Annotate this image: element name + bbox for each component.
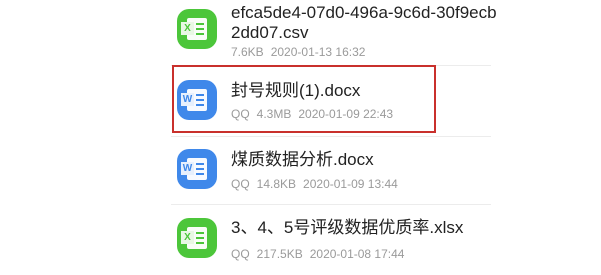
excel-file-icon: X bbox=[177, 218, 217, 258]
file-name-continued: 2dd07.csv bbox=[231, 23, 309, 42]
file-source: QQ bbox=[231, 247, 250, 261]
highlight-box bbox=[172, 65, 436, 133]
file-meta: QQ 14.8KB 2020-01-09 13:44 bbox=[231, 177, 405, 191]
excel-file-icon: X bbox=[177, 9, 217, 49]
file-date: 2020-01-08 17:44 bbox=[309, 247, 405, 261]
file-item-docx[interactable]: W 煤质数据分析.docx QQ 14.8KB 2020-01-09 13:44 bbox=[0, 137, 601, 202]
file-date: 2020-01-13 16:32 bbox=[270, 45, 366, 59]
file-size: 7.6KB bbox=[231, 45, 264, 59]
file-size: 14.8KB bbox=[256, 177, 297, 191]
file-item-xlsx[interactable]: X 3、4、5号评级数据优质率.xlsx QQ 217.5KB 2020-01-08… bbox=[0, 205, 601, 275]
file-item-csv[interactable]: X efca5de4-07d0-496a-9c6d-30f9ecb 2dd07.… bbox=[0, 0, 601, 60]
word-file-icon: W bbox=[177, 149, 217, 189]
file-name: efca5de4-07d0-496a-9c6d-30f9ecb bbox=[231, 3, 497, 22]
file-size: 217.5KB bbox=[256, 247, 303, 261]
file-meta: QQ 217.5KB 2020-01-08 17:44 bbox=[231, 247, 411, 261]
file-date: 2020-01-09 13:44 bbox=[303, 177, 398, 191]
file-name: 3、4、5号评级数据优质率.xlsx bbox=[231, 218, 464, 237]
file-meta: 7.6KB 2020-01-13 16:32 bbox=[231, 45, 372, 59]
file-source: QQ bbox=[231, 177, 250, 191]
file-name: 煤质数据分析.docx bbox=[231, 150, 374, 169]
